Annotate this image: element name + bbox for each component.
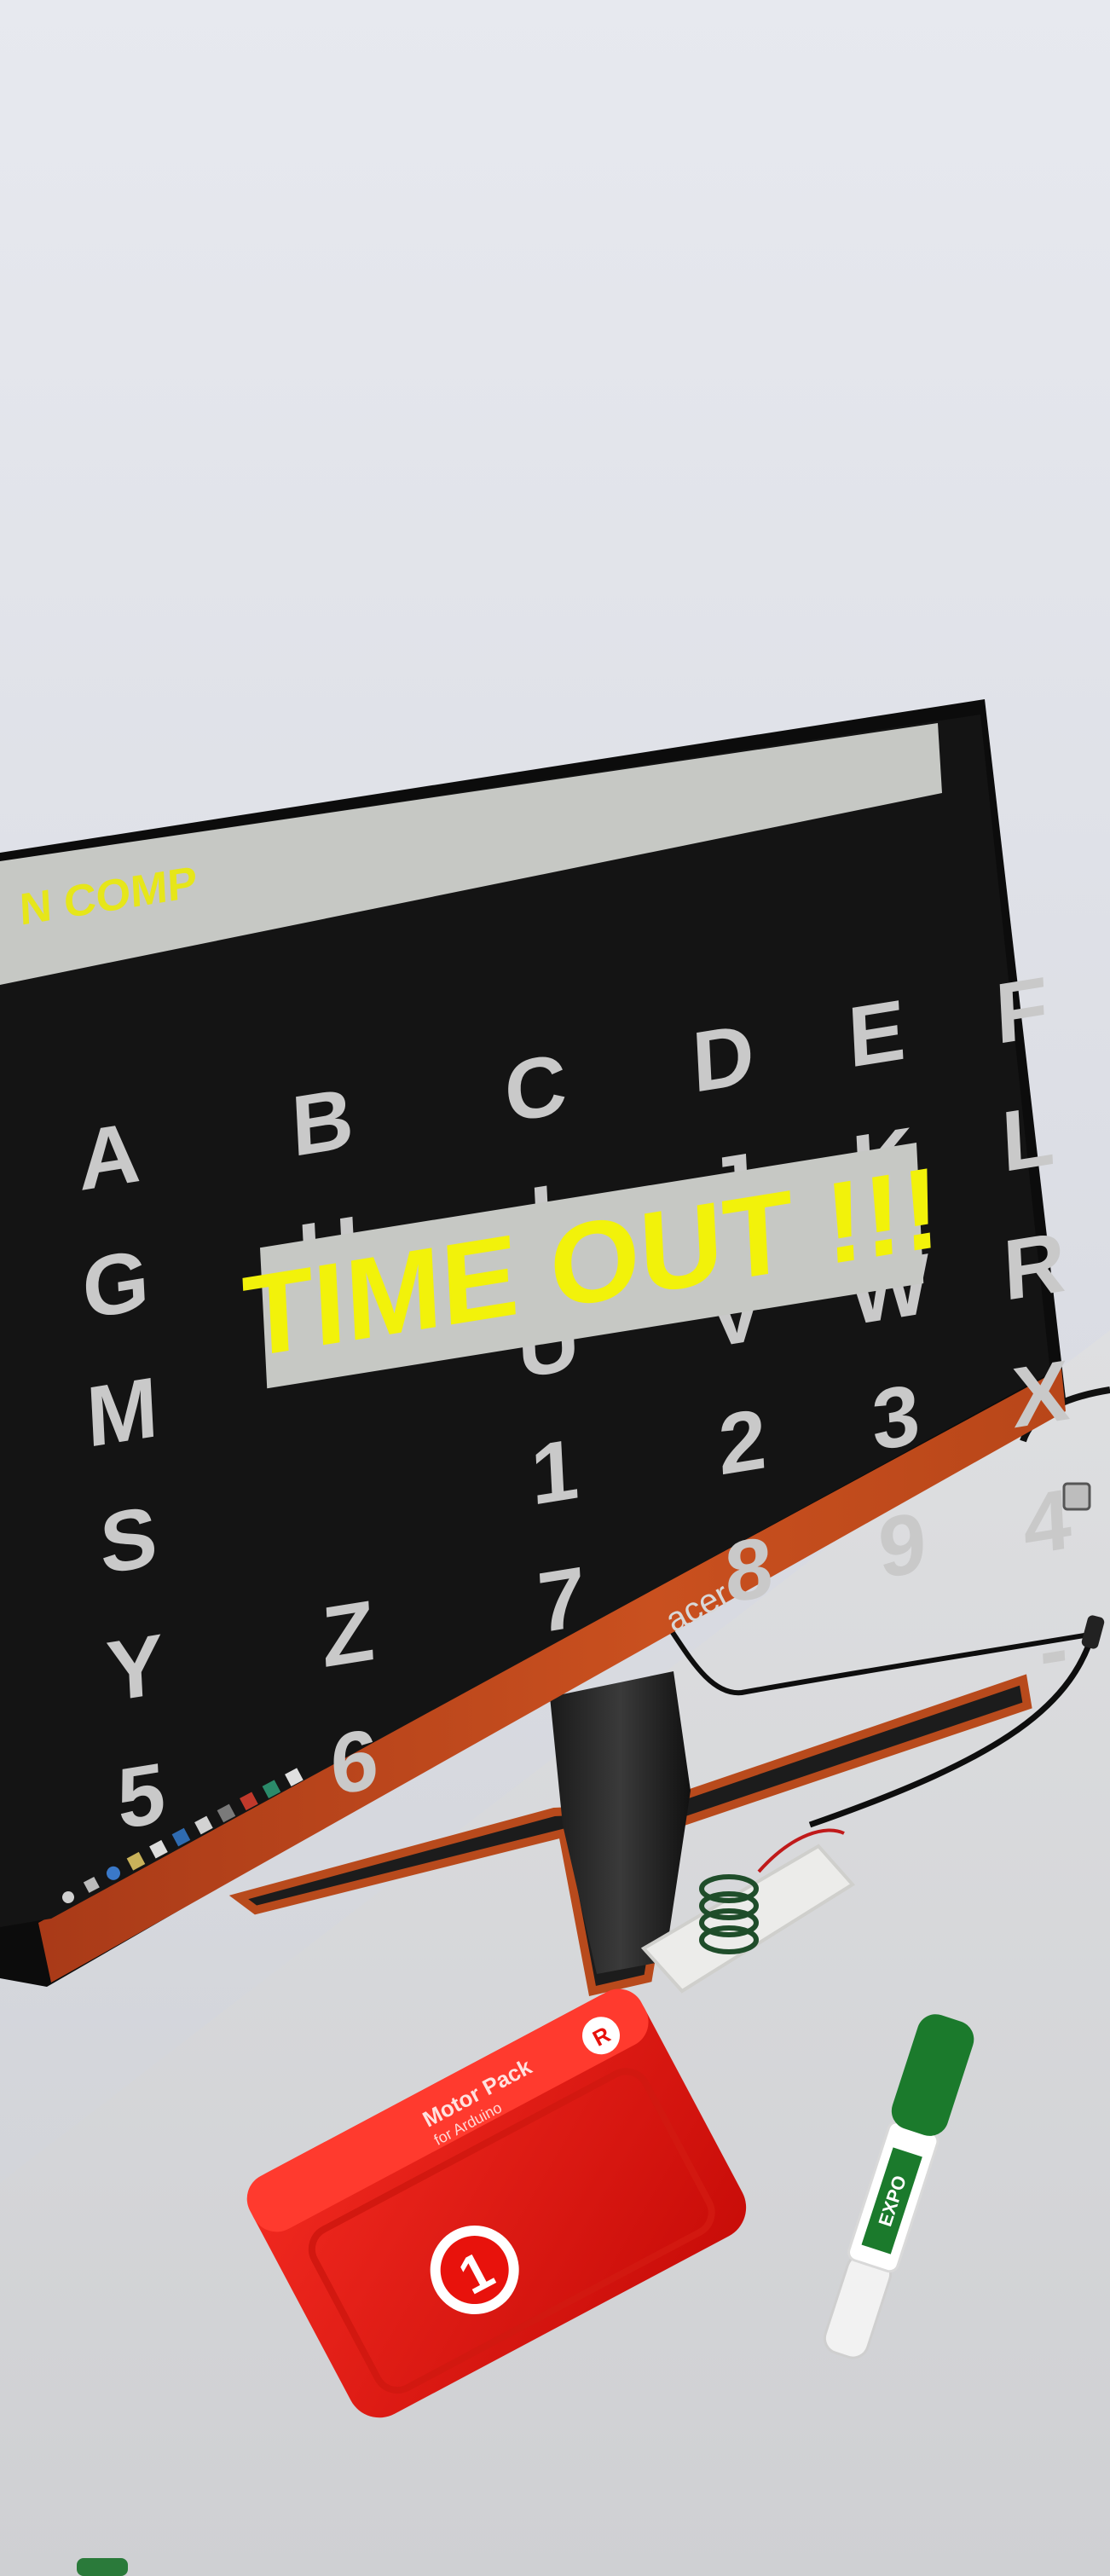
grid-letter: F bbox=[993, 959, 1050, 1062]
grid-letter: A bbox=[76, 1104, 142, 1209]
grid-letter: 4 bbox=[1021, 1471, 1073, 1573]
grid-letter: Y bbox=[104, 1617, 165, 1721]
grid-letter: 3 bbox=[870, 1367, 922, 1469]
grid-letter: G bbox=[80, 1232, 151, 1338]
grid-letter: S bbox=[98, 1489, 159, 1593]
grid-letter: 7 bbox=[535, 1549, 587, 1652]
grid-letter: B bbox=[289, 1070, 356, 1175]
grid-letter: R bbox=[1001, 1214, 1067, 1319]
green-object bbox=[77, 2558, 128, 2576]
grid-letter: - bbox=[1037, 1601, 1070, 1700]
grid-letter: M bbox=[84, 1359, 160, 1466]
grid-letter: D bbox=[690, 1006, 756, 1111]
grid-letter: 5 bbox=[115, 1745, 167, 1848]
grid-letter: 6 bbox=[328, 1711, 380, 1814]
grid-letter: X bbox=[1010, 1342, 1072, 1446]
photo-scene: N COMP ABCDEFGHIJKLMUVWRS123XYZ789456- T… bbox=[0, 0, 1110, 2576]
grid-letter: 2 bbox=[716, 1391, 768, 1493]
grid-letter: 1 bbox=[529, 1421, 581, 1524]
grid-letter: 9 bbox=[876, 1495, 928, 1597]
grid-letter: C bbox=[502, 1036, 569, 1141]
grid-letter: L bbox=[999, 1087, 1056, 1190]
grid-letter: Z bbox=[320, 1583, 377, 1686]
grid-letter: E bbox=[846, 982, 907, 1086]
